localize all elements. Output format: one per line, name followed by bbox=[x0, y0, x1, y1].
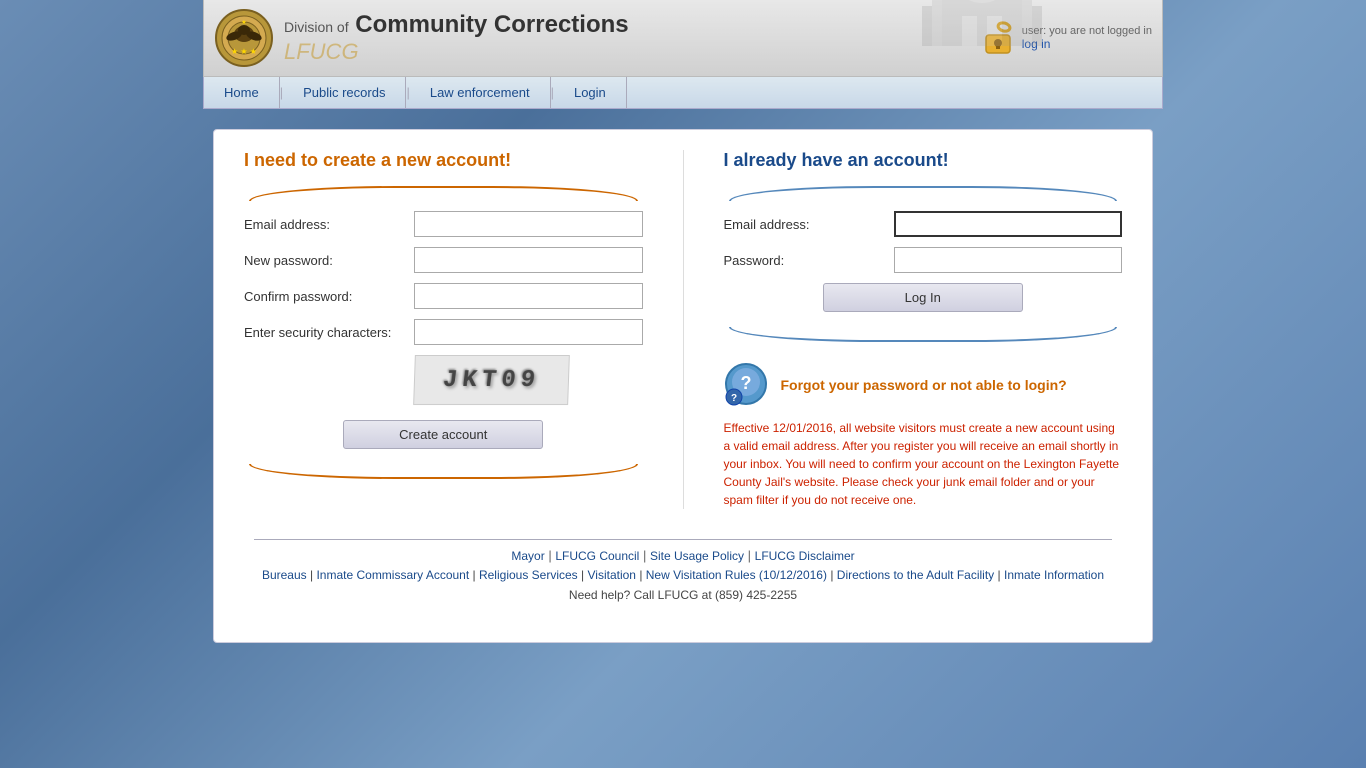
footer: Mayor | LFUCG Council | Site Usage Polic… bbox=[244, 529, 1122, 612]
svg-text:?: ? bbox=[740, 373, 751, 393]
footer-visitation-link[interactable]: Visitation bbox=[587, 568, 635, 582]
login-password-label: Password: bbox=[724, 253, 894, 268]
footer-mayor-link[interactable]: Mayor bbox=[511, 549, 544, 563]
confirm-password-label: Confirm password: bbox=[244, 289, 414, 304]
login-email-label: Email address: bbox=[724, 217, 894, 232]
help-icon: ? ? bbox=[724, 362, 769, 407]
confirm-password-row: Confirm password: bbox=[244, 283, 643, 309]
login-password-row: Password: bbox=[724, 247, 1123, 273]
login-column: I already have an account! Email address… bbox=[684, 150, 1123, 509]
content-box: I need to create a new account! Email ad… bbox=[213, 129, 1153, 643]
curve-top-blue bbox=[729, 186, 1118, 201]
two-column-layout: I need to create a new account! Email ad… bbox=[244, 150, 1122, 509]
site-name: Community Corrections bbox=[355, 11, 628, 38]
svg-text:?: ? bbox=[730, 393, 736, 404]
notice-text: Effective 12/01/2016, all website visito… bbox=[724, 419, 1123, 509]
footer-sep-3: | bbox=[748, 548, 755, 563]
footer-bureaus-link[interactable]: Bureaus bbox=[262, 568, 307, 582]
badge-icon: ★ ★ ★ ★ bbox=[214, 8, 274, 68]
create-email-input[interactable] bbox=[414, 211, 643, 237]
email-row: Email address: bbox=[244, 211, 643, 237]
site-title-main: Division of Community Corrections bbox=[284, 11, 629, 39]
footer-links-row2: Bureaus | Inmate Commissary Account | Re… bbox=[254, 568, 1112, 582]
navigation: Home | Public records | Law enforcement … bbox=[203, 77, 1163, 109]
site-title: Division of Community Corrections LFUCG bbox=[284, 11, 629, 65]
security-chars-row: Enter security characters: bbox=[244, 319, 643, 345]
captcha-text: JKT09 bbox=[441, 367, 541, 394]
nav-login[interactable]: Login bbox=[554, 77, 627, 108]
division-label: Division of bbox=[284, 19, 349, 35]
security-chars-label: Enter security characters: bbox=[244, 325, 414, 340]
security-chars-input[interactable] bbox=[414, 319, 643, 345]
help-phone: Need help? Call LFUCG at (859) 425-2255 bbox=[254, 588, 1112, 602]
create-account-title: I need to create a new account! bbox=[244, 150, 643, 171]
new-password-input[interactable] bbox=[414, 247, 643, 273]
site-subtitle: LFUCG bbox=[284, 39, 629, 65]
forgot-password-area: ? ? Forgot your password or not able to … bbox=[724, 362, 1123, 407]
login-email-row: Email address: bbox=[724, 211, 1123, 237]
create-email-label: Email address: bbox=[244, 217, 414, 232]
create-account-column: I need to create a new account! Email ad… bbox=[244, 150, 684, 509]
nav-law-enforcement[interactable]: Law enforcement bbox=[410, 77, 551, 108]
footer-directions-link[interactable]: Directions to the Adult Facility bbox=[837, 568, 994, 582]
nav-public-records[interactable]: Public records bbox=[283, 77, 406, 108]
footer-lfucg-council-link[interactable]: LFUCG Council bbox=[555, 549, 639, 563]
footer-disclaimer-link[interactable]: LFUCG Disclaimer bbox=[755, 549, 855, 563]
login-email-input[interactable] bbox=[894, 211, 1123, 237]
logo-area: ★ ★ ★ ★ Division of Community Correction… bbox=[214, 8, 982, 68]
footer-commissary-link[interactable]: Inmate Commissary Account bbox=[316, 568, 469, 582]
login-password-input[interactable] bbox=[894, 247, 1123, 273]
create-account-button[interactable]: Create account bbox=[343, 420, 543, 449]
svg-text:★ ★ ★: ★ ★ ★ bbox=[231, 47, 257, 56]
main-wrapper: I need to create a new account! Email ad… bbox=[203, 119, 1163, 653]
curve-top-orange bbox=[249, 186, 638, 201]
new-password-row: New password: bbox=[244, 247, 643, 273]
footer-site-usage-link[interactable]: Site Usage Policy bbox=[650, 549, 744, 563]
building-watermark bbox=[922, 0, 1042, 46]
header: ★ ★ ★ ★ Division of Community Correction… bbox=[203, 0, 1163, 77]
footer-new-visitation-link[interactable]: New Visitation Rules (10/12/2016) bbox=[646, 568, 827, 582]
login-button[interactable]: Log In bbox=[823, 283, 1023, 312]
footer-religious-link[interactable]: Religious Services bbox=[479, 568, 578, 582]
svg-text:★: ★ bbox=[241, 19, 246, 26]
footer-inmate-info-link[interactable]: Inmate Information bbox=[1004, 568, 1104, 582]
captcha-image: JKT09 bbox=[413, 355, 570, 405]
curve-bottom-orange bbox=[249, 464, 638, 479]
nav-home[interactable]: Home bbox=[204, 77, 280, 108]
curve-bottom-blue bbox=[729, 327, 1118, 342]
footer-sep-2: | bbox=[643, 548, 650, 563]
new-password-label: New password: bbox=[244, 253, 414, 268]
confirm-password-input[interactable] bbox=[414, 283, 643, 309]
login-title: I already have an account! bbox=[724, 150, 1123, 171]
footer-links-row1: Mayor | LFUCG Council | Site Usage Polic… bbox=[254, 539, 1112, 563]
forgot-title: Forgot your password or not able to logi… bbox=[781, 377, 1067, 393]
